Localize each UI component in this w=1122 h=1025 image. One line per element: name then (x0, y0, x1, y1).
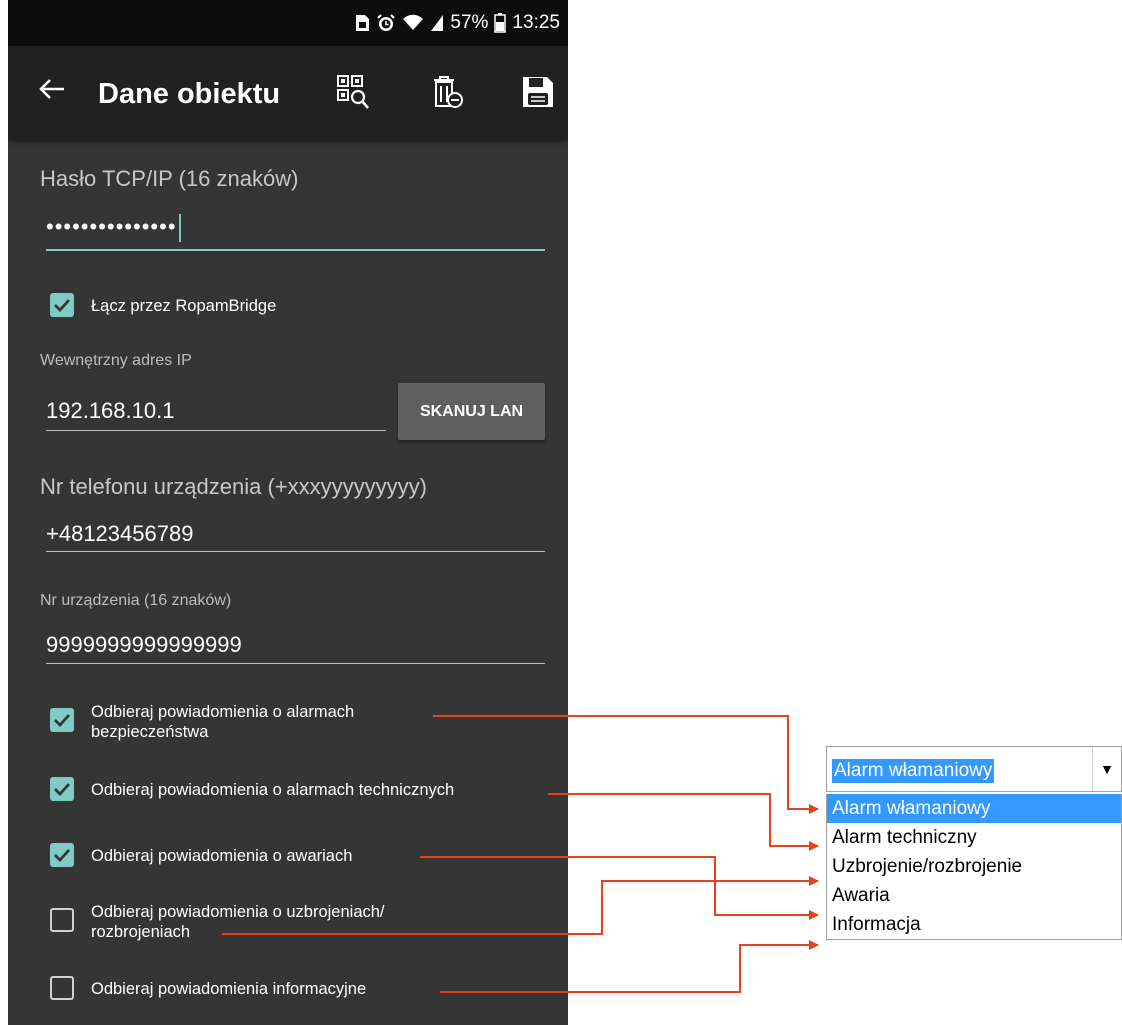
battery-icon (494, 13, 507, 33)
option-information[interactable]: Informacja (827, 910, 1121, 939)
phone-underline (46, 551, 545, 552)
page-title: Dane obiektu (98, 78, 281, 110)
tcp-password-label: Hasło TCP/IP (16 znaków) (40, 166, 299, 191)
notify-security-alarms-label: Odbieraj powiadomienia o alarmach bezpiec… (91, 703, 355, 741)
dropdown-list: Alarm włamaniowy Alarm techniczny Uzbroj… (826, 794, 1122, 940)
dropdown-arrow-icon[interactable]: ▼ (1092, 747, 1121, 791)
ropam-bridge-label: Łącz przez RopamBridge (91, 297, 277, 315)
notify-security-alarms-checkbox[interactable] (50, 708, 74, 732)
option-technical-alarm[interactable]: Alarm techniczny (827, 823, 1121, 852)
scan-lan-button[interactable]: SKANUJ LAN (398, 383, 545, 440)
save-icon[interactable] (518, 72, 558, 112)
option-failure[interactable]: Awaria (827, 881, 1121, 910)
phone-screen: 57% 13:25 Dane obiektu Hasło TCP/IP (16 … (8, 0, 568, 1025)
notify-failures-checkbox[interactable] (50, 843, 74, 867)
internal-ip-label: Wewnętrzny adres IP (40, 352, 192, 369)
battery-percent: 57% (450, 12, 489, 33)
clock: 13:25 (512, 12, 560, 33)
wifi-icon (402, 14, 424, 32)
tcp-password-input[interactable]: ••••••••••••••• (46, 214, 181, 243)
internal-ip-underline (46, 430, 386, 431)
notify-technical-alarms-label: Odbieraj powiadomienia o alarmach techni… (91, 781, 455, 799)
alarm-clock-icon (376, 13, 396, 33)
event-type-select[interactable]: Alarm włamaniowy ▼ (826, 746, 1122, 792)
ropam-bridge-checkbox[interactable] (50, 293, 74, 317)
notify-technical-alarms-checkbox[interactable] (50, 777, 74, 801)
notify-info-label: Odbieraj powiadomienia informacyjne (91, 980, 367, 998)
sim-icon (354, 14, 370, 32)
device-no-input[interactable]: 9999999999999999 (46, 632, 242, 658)
phone-label: Nr telefonu urządzenia (+xxxyyyyyyyyy) (40, 474, 427, 499)
notify-failures-label: Odbieraj powiadomienia o awariach (91, 847, 353, 865)
option-arming-disarming[interactable]: Uzbrojenie/rozbrojenie (827, 852, 1121, 881)
option-burglary-alarm[interactable]: Alarm włamaniowy (827, 794, 1121, 823)
notify-arming-label: Odbieraj powiadomienia o uzbrojeniach/ro… (91, 903, 385, 941)
selected-value: Alarm włamaniowy (832, 759, 995, 783)
text-caret (178, 214, 181, 243)
app-bar: Dane obiektu (8, 46, 568, 140)
status-bar: 57% 13:25 (8, 0, 568, 46)
tcp-password-underline (46, 249, 545, 251)
notify-info-checkbox[interactable] (50, 976, 74, 1000)
signal-icon (430, 14, 444, 32)
tcp-password-value: ••••••••••••••• (46, 214, 177, 239)
connector-technical-alarm (548, 793, 819, 851)
delete-icon[interactable] (428, 72, 468, 112)
device-no-label: Nr urządzenia (16 znaków) (40, 592, 232, 609)
internal-ip-input[interactable]: 192.168.10.1 (46, 398, 174, 424)
phone-input[interactable]: +48123456789 (46, 521, 193, 547)
device-no-underline (46, 663, 545, 664)
back-arrow-icon[interactable] (38, 74, 66, 110)
qr-scan-icon[interactable] (333, 72, 373, 112)
notify-arming-checkbox[interactable] (50, 908, 74, 932)
